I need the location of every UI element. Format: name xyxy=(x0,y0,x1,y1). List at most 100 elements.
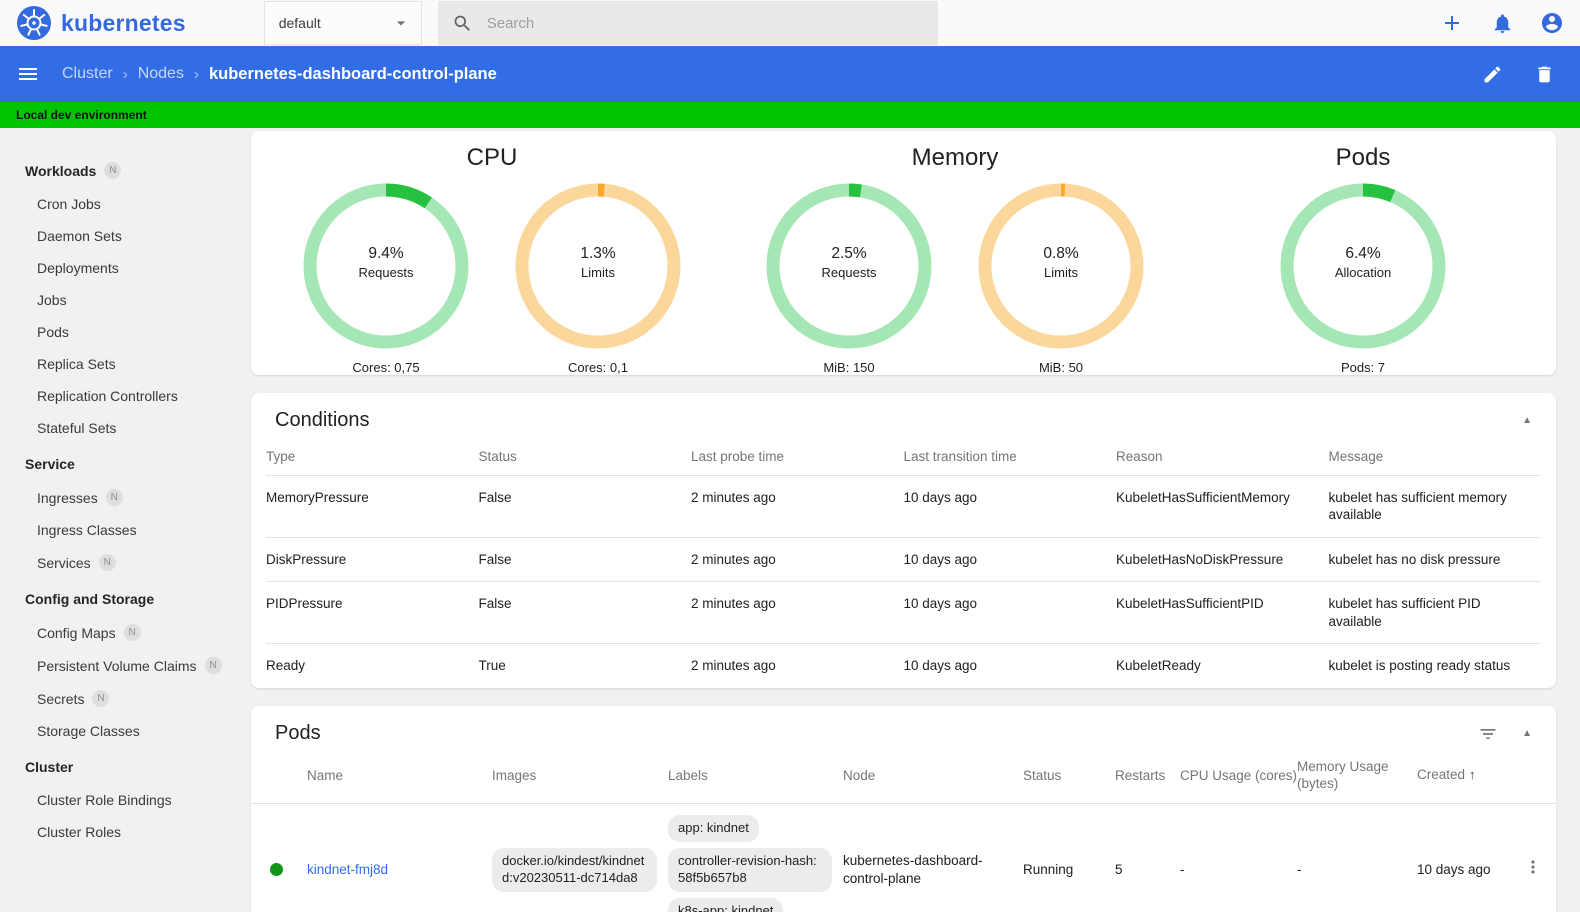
sidebar-section-workloads[interactable]: Workloads N xyxy=(0,150,247,188)
account-button[interactable] xyxy=(1540,11,1564,35)
table-cell: 10 days ago xyxy=(903,489,978,505)
gauge-value: 9.4% xyxy=(368,245,404,262)
sidebar-item-cluster-role-bindings[interactable]: Cluster Role Bindings xyxy=(0,784,247,816)
top-app-bar: kubernetes default xyxy=(0,0,1580,46)
sidebar-item-ingress-classes[interactable]: Ingress Classes xyxy=(0,514,247,546)
vertical-dots-icon xyxy=(1531,860,1535,875)
column-header: Created ↑ xyxy=(1417,767,1476,783)
pods-filter-button[interactable] xyxy=(1476,722,1500,746)
breadcrumb-current: kubernetes-dashboard-control-plane xyxy=(208,64,497,83)
column-header: Status xyxy=(1023,767,1062,783)
sidebar-item-ingresses[interactable]: Ingresses N xyxy=(0,481,247,514)
environment-banner-text: Local dev environment xyxy=(16,108,147,122)
gauge-label: Requests xyxy=(358,265,414,280)
brand-wordmark: kubernetes xyxy=(61,9,186,36)
notifications-button[interactable] xyxy=(1490,11,1514,35)
sidebar-item-storage-classes[interactable]: Storage Classes xyxy=(0,715,247,747)
sidebar-item-replication-controllers[interactable]: Replication Controllers xyxy=(0,380,247,412)
pod-name-link[interactable]: kindnet-fmj8d xyxy=(307,862,388,877)
sidebar-item-label: Pods xyxy=(37,324,69,340)
plus-icon xyxy=(1445,16,1459,30)
sidebar-item-deployments[interactable]: Deployments xyxy=(0,252,247,284)
label-chip: controller-revision-hash: 58f5b657b8 xyxy=(668,847,832,892)
column-header: Node xyxy=(843,767,876,783)
new-badge: N xyxy=(105,489,123,506)
sidebar-item-secrets[interactable]: Secrets N xyxy=(0,682,247,715)
pod-node-cell: kubernetes-dashboard-control-plane xyxy=(843,853,983,886)
create-resource-button[interactable] xyxy=(1440,11,1464,35)
pod-labels-cell: app: kindnet controller-revision-hash: 58… xyxy=(657,812,832,912)
main-content: CPU 9.4% Requests Cores: 0,75 1.3% Limits Core… xyxy=(247,128,1580,912)
table-row: MemoryPressure False 2 minutes ago 10 days … xyxy=(266,474,1541,537)
sidebar-item-services[interactable]: Services N xyxy=(0,546,247,579)
chart-group-memory: Memory 2.5% Requests MiB: 150 0.8% Limits MiB:… xyxy=(766,143,1144,375)
table-cell: False xyxy=(478,551,512,567)
sort-ascending-icon[interactable]: ↑ xyxy=(1469,767,1476,782)
menu-button[interactable] xyxy=(16,62,40,86)
sidebar-section-cluster[interactable]: Cluster xyxy=(0,747,247,784)
search-bar[interactable] xyxy=(437,1,938,45)
sidebar-section-service[interactable]: Service xyxy=(0,444,247,481)
sidebar-item-jobs[interactable]: Jobs xyxy=(0,284,247,316)
gauge-cpu-requests: 9.4% Requests Cores: 0,75 xyxy=(303,183,469,375)
delete-button[interactable] xyxy=(1532,62,1556,86)
table-cell: True xyxy=(478,658,506,674)
sidebar-item-daemon-sets[interactable]: Daemon Sets xyxy=(0,220,247,252)
new-badge: N xyxy=(104,162,122,179)
sidebar-item-label: Cluster Roles xyxy=(37,824,122,840)
label-chip-line: controller-revision-hash: 58f5b657b8 xyxy=(668,845,832,895)
sidebar-item-stateful-sets[interactable]: Stateful Sets xyxy=(0,412,247,444)
sidebar-item-persistent-volume-claims[interactable]: Persistent Volume Claims N xyxy=(0,649,247,682)
chevron-up-icon: ▲ xyxy=(1522,415,1532,426)
sidebar-item-replica-sets[interactable]: Replica Sets xyxy=(0,348,247,380)
chart-title: Memory xyxy=(911,144,999,171)
pods-title: Pods xyxy=(275,722,321,745)
pod-name-cell: kindnet-fmj8d xyxy=(296,861,481,879)
sidebar-item-pods[interactable]: Pods xyxy=(0,316,247,348)
sidebar-item-label: Daemon Sets xyxy=(37,228,122,244)
bell-icon xyxy=(1494,13,1510,33)
gauge-caption: Pods: 7 xyxy=(1340,360,1386,375)
namespace-selector[interactable]: default xyxy=(263,1,422,45)
table-cell: kubelet has sufficient PID available xyxy=(1328,596,1481,629)
breadcrumb-separator: › xyxy=(193,65,199,83)
sidebar-item-label: Storage Classes xyxy=(37,723,140,739)
table-cell: kubelet is posting ready status xyxy=(1328,658,1511,674)
sidebar-section-label: Config and Storage xyxy=(25,591,155,607)
sidebar-section-config-and-storage[interactable]: Config and Storage xyxy=(0,579,247,616)
account-icon xyxy=(1542,13,1562,33)
search-input[interactable] xyxy=(486,14,887,32)
sidebar-item-label: Jobs xyxy=(37,292,67,308)
kubernetes-logo[interactable]: kubernetes xyxy=(16,5,186,41)
sidebar-item-cron-jobs[interactable]: Cron Jobs xyxy=(0,188,247,220)
sidebar-item-label: Deployments xyxy=(37,260,119,276)
gauge-value: 1.3% xyxy=(580,245,616,262)
sidebar-item-cluster-roles[interactable]: Cluster Roles xyxy=(0,816,247,848)
conditions-collapse-button[interactable]: ▲ xyxy=(1522,415,1532,426)
edit-button[interactable] xyxy=(1480,62,1504,86)
table-cell: kubelet has sufficient memory available xyxy=(1328,489,1507,523)
gauge-center-text: 0.8% Limits xyxy=(978,245,1144,280)
sidebar-item-config-maps[interactable]: Config Maps N xyxy=(0,616,247,649)
sidebar-item-label: Replica Sets xyxy=(37,356,116,372)
conditions-card: Conditions ▲ Type Status Last probe time La… xyxy=(251,393,1556,688)
chart-group-cpu: CPU 9.4% Requests Cores: 0,75 1.3% Limits Core… xyxy=(303,143,681,375)
chevron-down-icon xyxy=(396,21,405,26)
breadcrumb-separator: › xyxy=(122,65,128,83)
pods-collapse-button[interactable]: ▲ xyxy=(1522,728,1532,739)
column-header: Message xyxy=(1328,449,1384,464)
sidebar-item-label: Secrets xyxy=(37,690,85,707)
breadcrumb-item[interactable]: Nodes xyxy=(138,65,184,83)
breadcrumb-item[interactable]: Cluster xyxy=(62,65,113,83)
column-header: Labels xyxy=(668,767,708,783)
gauge-label: Allocation xyxy=(1334,265,1392,280)
chart-group-pods: Pods 6.4% Allocation Pods: 7 xyxy=(1280,143,1446,375)
column-header: Reason xyxy=(1116,449,1163,464)
environment-banner: Local dev environment xyxy=(0,102,1580,128)
table-cell: 2 minutes ago xyxy=(691,658,776,674)
table-row: DiskPressure False 2 minutes ago 10 days ag… xyxy=(266,536,1541,582)
table-cell: KubeletHasSufficientPID xyxy=(1116,596,1264,612)
sidebar-item-label: Persistent Volume Claims xyxy=(37,657,197,674)
pod-actions-menu-button[interactable] xyxy=(1523,857,1543,880)
new-badge: N xyxy=(123,624,141,641)
